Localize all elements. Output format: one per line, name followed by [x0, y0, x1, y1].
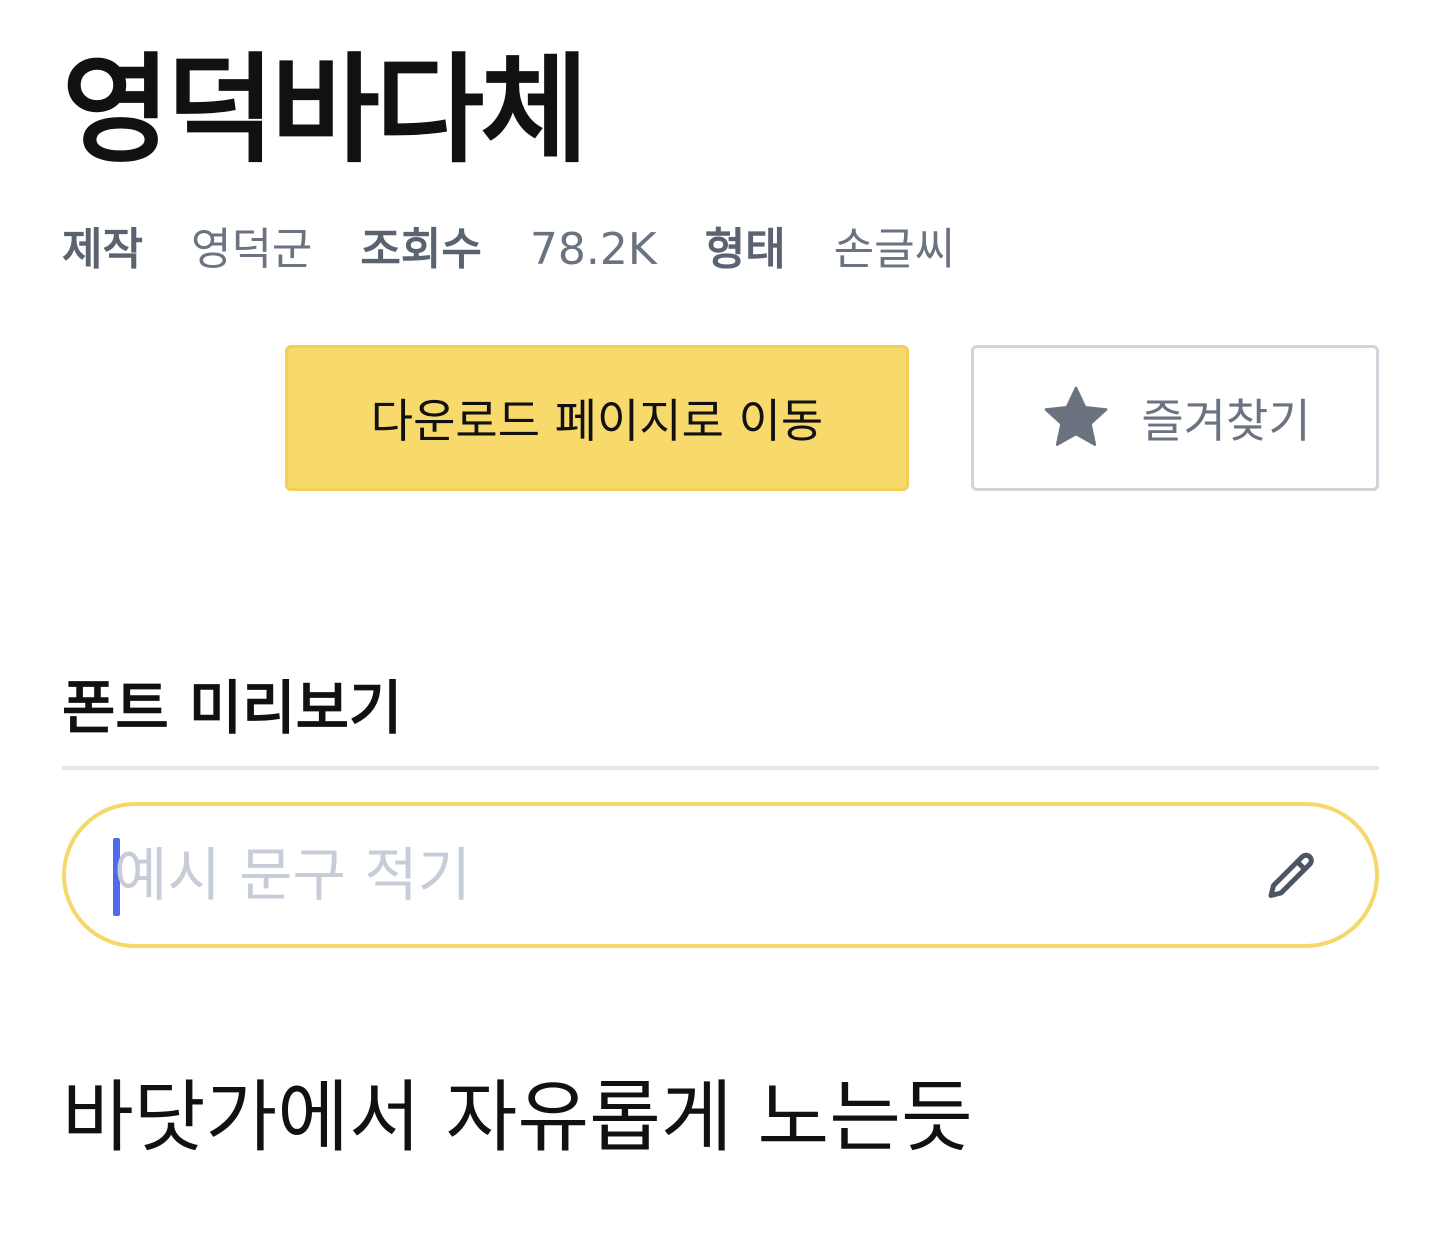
preview-divider	[62, 766, 1379, 770]
pencil-icon[interactable]	[1261, 848, 1321, 908]
maker-value: 영덕군	[190, 224, 313, 275]
maker-label: 제작	[62, 224, 143, 275]
views-value: 78.2K	[529, 224, 657, 275]
preview-input-box[interactable]	[62, 802, 1379, 948]
preview-text-input[interactable]	[114, 832, 1214, 918]
preview-sample-text: 바닷가에서 자유롭게 노는듯	[62, 1073, 973, 1163]
favorite-button[interactable]: 즐겨찾기	[971, 345, 1379, 491]
star-icon	[1044, 386, 1108, 446]
font-title: 영덕바다체	[62, 41, 589, 179]
font-meta: 제작 영덕군 조회수 78.2K 형태 손글씨	[62, 218, 1003, 282]
download-page-button[interactable]: 다운로드 페이지로 이동	[285, 345, 909, 491]
type-value: 손글씨	[833, 224, 956, 275]
favorite-label: 즐겨찾기	[1141, 394, 1311, 448]
preview-heading: 폰트 미리보기	[62, 674, 403, 742]
views-label: 조회수	[360, 224, 482, 275]
download-page-label: 다운로드 페이지로 이동	[370, 394, 824, 448]
type-label: 형태	[704, 224, 786, 275]
